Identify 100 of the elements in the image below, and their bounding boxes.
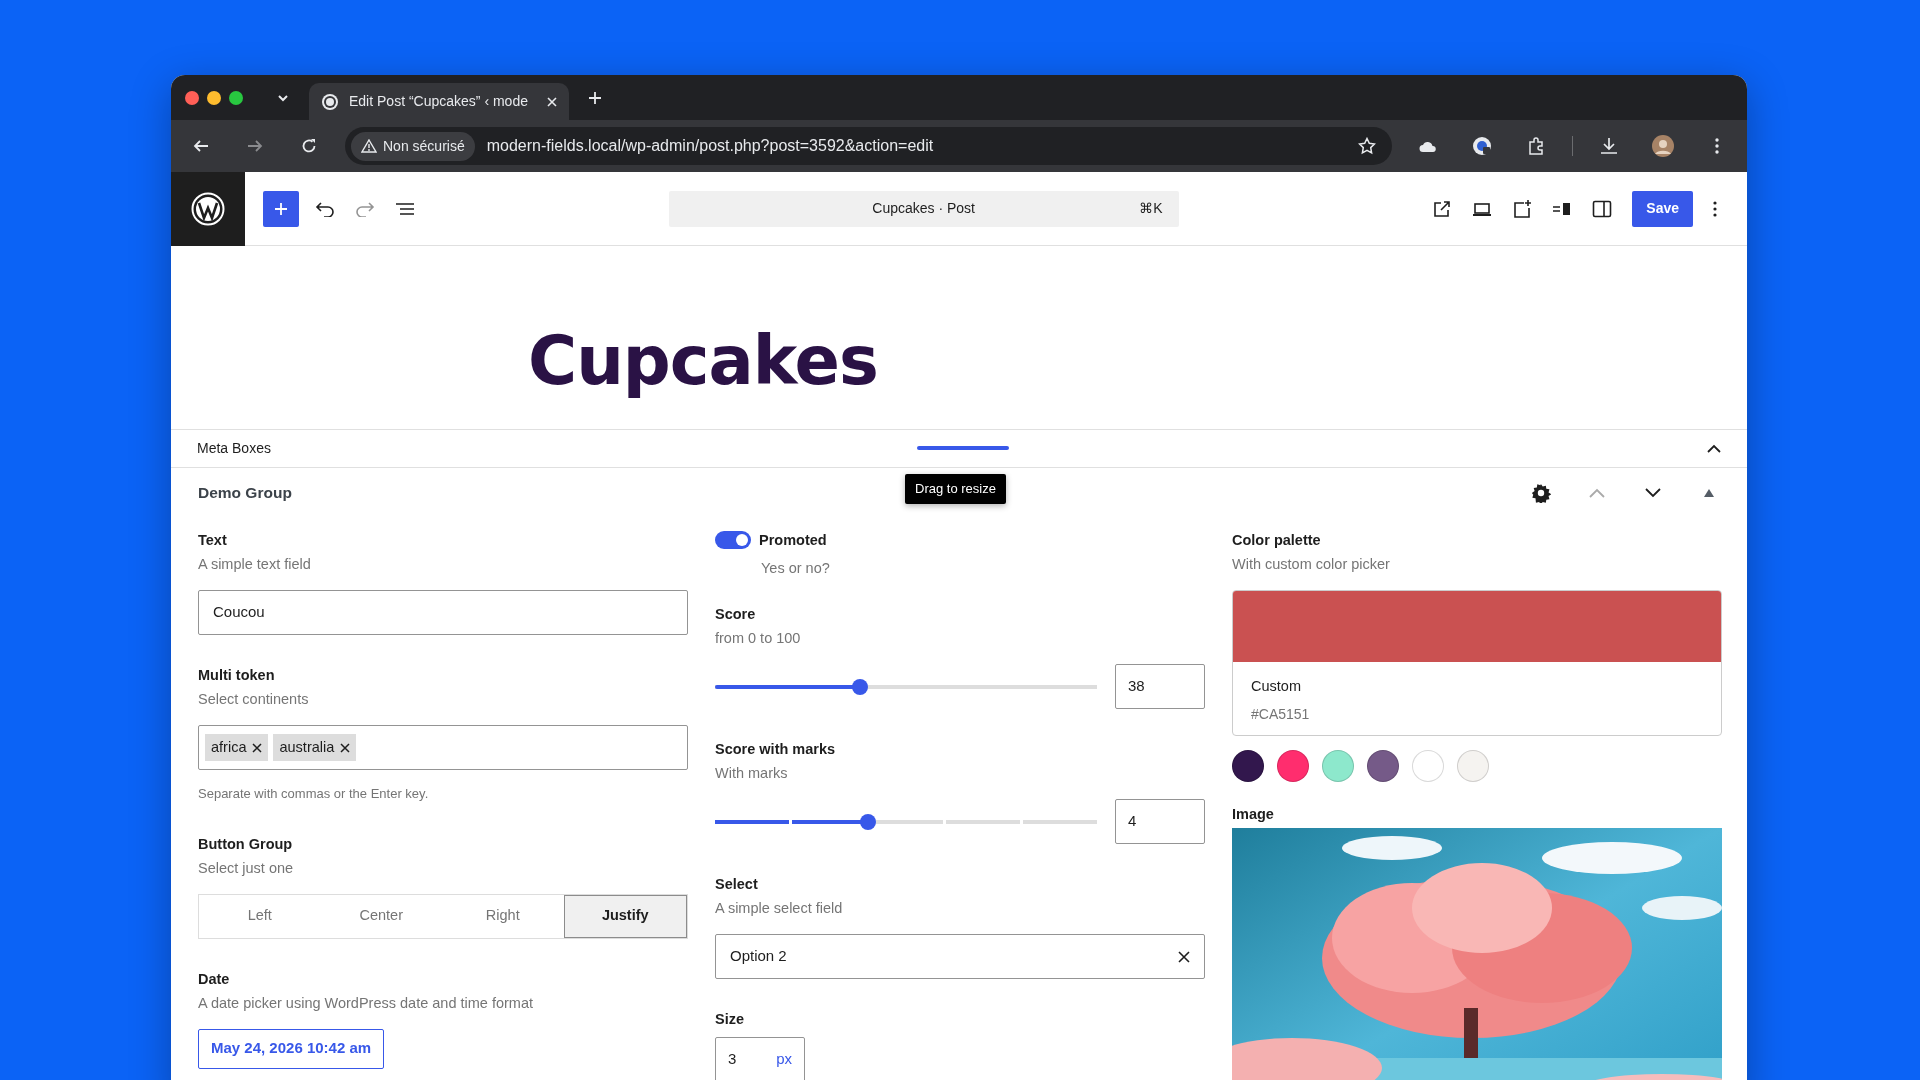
more-options-icon[interactable] — [1715, 138, 1719, 154]
extension-icon[interactable] — [1472, 136, 1492, 156]
help-text: Separate with commas or the Enter key. — [198, 785, 430, 803]
panel-icon — [1552, 200, 1573, 217]
field-label: Button Group — [198, 834, 294, 854]
field-description: Select continents — [198, 690, 310, 709]
list-icon — [395, 200, 415, 217]
slider-thumb[interactable] — [859, 813, 876, 830]
add-square-icon — [1512, 198, 1533, 219]
color-swatch[interactable] — [1232, 749, 1264, 782]
settings-icon — [1531, 483, 1551, 503]
color-name: Custom — [1251, 677, 1302, 696]
shortcut-label: ⌘K — [1139, 199, 1163, 218]
resize-handle[interactable] — [917, 446, 1009, 450]
plus-icon — [588, 90, 602, 105]
unit-value: 3 — [728, 1049, 737, 1070]
field-label: Size — [715, 1010, 745, 1029]
selected-option: Option 2 — [730, 945, 787, 968]
unit-label[interactable]: px — [776, 1048, 792, 1071]
group-title: Demo Group — [198, 483, 292, 504]
field-label: Color palette — [1232, 531, 1322, 550]
more-options-icon[interactable] — [1713, 200, 1717, 217]
number-input[interactable]: 4 — [1115, 799, 1205, 844]
field-description: from 0 to 100 — [715, 629, 802, 648]
arrow-right-icon — [247, 138, 263, 154]
field-label: Multi token — [198, 666, 276, 685]
field-label: Date — [198, 969, 231, 989]
browser-tab[interactable]: Edit Post “Cupcakes” ‹ mode — [309, 83, 569, 120]
field-description: A simple text field — [198, 555, 312, 574]
token-field[interactable]: africa australia — [198, 725, 688, 770]
remove-icon[interactable] — [340, 742, 351, 753]
redo-icon — [355, 200, 375, 217]
add-block-button[interactable] — [263, 190, 299, 227]
clear-icon[interactable] — [1178, 950, 1190, 963]
star-icon[interactable] — [1358, 137, 1376, 155]
color-swatch[interactable] — [1457, 749, 1489, 782]
avatar-icon[interactable] — [1652, 135, 1674, 157]
laptop-icon — [1472, 200, 1493, 217]
command-bar[interactable]: Cupcakes · Post ⌘K — [668, 190, 1179, 227]
download-icon[interactable] — [1600, 137, 1618, 155]
close-icon[interactable] — [547, 96, 557, 107]
field-description: With custom color picker — [1232, 555, 1391, 574]
option-button[interactable]: Justify — [563, 894, 687, 938]
undo-icon — [315, 200, 335, 217]
site-logo-button[interactable] — [171, 171, 245, 246]
external-link-icon — [1433, 199, 1452, 218]
field-description: Yes or no? — [761, 559, 831, 578]
field-label: Text — [198, 531, 228, 550]
slider-track[interactable] — [715, 813, 1097, 830]
post-title[interactable]: Cupcakes — [528, 325, 878, 399]
sidebar-icon — [1592, 199, 1613, 218]
minimize-window-button[interactable] — [207, 90, 221, 105]
token-label: australia — [279, 737, 335, 757]
chevron-icon[interactable] — [1707, 444, 1721, 453]
document-title: Cupcakes · Post — [872, 199, 975, 218]
toggle-switch[interactable] — [715, 531, 751, 549]
puzzle-icon[interactable] — [1527, 137, 1545, 155]
field-description: A simple select field — [715, 899, 844, 918]
address-bar[interactable]: Non sécurisé modern-fields.local/wp-admin/post.php?post=3592&action=edit — [345, 127, 1392, 165]
color-swatch[interactable] — [1322, 749, 1354, 782]
cloud-icon[interactable] — [1419, 139, 1437, 153]
remove-icon[interactable] — [252, 742, 263, 753]
url-text: modern-fields.local/wp-admin/post.php?post=3592&action=edit — [486, 136, 935, 156]
field-label: Score with marks — [715, 740, 837, 759]
reload-icon — [301, 138, 317, 154]
slider-thumb[interactable] — [852, 678, 869, 695]
chevron-up-icon — [1589, 488, 1605, 498]
tooltip: Drag to resize — [905, 474, 1006, 504]
token[interactable]: africa — [205, 733, 269, 762]
number-input[interactable]: 38 — [1115, 664, 1205, 709]
field-label: Select — [715, 875, 759, 894]
field-description: With marks — [715, 764, 789, 783]
security-chip[interactable]: Non sécurisé — [351, 131, 475, 161]
color-hex: #CA5151 — [1251, 704, 1311, 724]
color-swatch[interactable] — [1367, 749, 1399, 782]
field-label: Score — [715, 605, 757, 624]
close-window-button[interactable] — [185, 90, 199, 105]
color-swatch[interactable] — [1277, 749, 1309, 782]
token-label: africa — [211, 737, 247, 757]
maximize-window-button[interactable] — [229, 90, 243, 105]
field-description: A date picker using WordPress date and time format — [198, 993, 534, 1013]
date-picker-button[interactable]: May 24, 2026 10:42 am — [198, 1028, 385, 1069]
logo-icon — [191, 191, 225, 226]
select-field[interactable]: Option 2 — [715, 934, 1205, 979]
security-label: Non sécurisé — [383, 136, 465, 156]
tab-title: Edit Post “Cupcakes” ‹ mode — [349, 92, 529, 111]
field-label: Image — [1232, 804, 1275, 824]
text-input[interactable]: Coucou — [198, 590, 688, 635]
plus-icon — [273, 200, 289, 217]
meta-boxes-title: Meta Boxes — [197, 439, 271, 458]
field-description: Select just one — [198, 858, 295, 878]
color-swatch[interactable] — [1412, 749, 1444, 782]
unit-input[interactable]: 3 px — [715, 1037, 805, 1080]
color-picker[interactable]: Custom #CA5151 — [1232, 590, 1722, 736]
save-button[interactable]: Save — [1632, 190, 1693, 227]
arrow-left-icon — [193, 138, 209, 154]
triangle-icon — [1704, 489, 1714, 497]
toggle-label: Promoted — [759, 531, 827, 550]
token[interactable]: australia — [273, 733, 357, 762]
warning-icon — [361, 139, 377, 153]
